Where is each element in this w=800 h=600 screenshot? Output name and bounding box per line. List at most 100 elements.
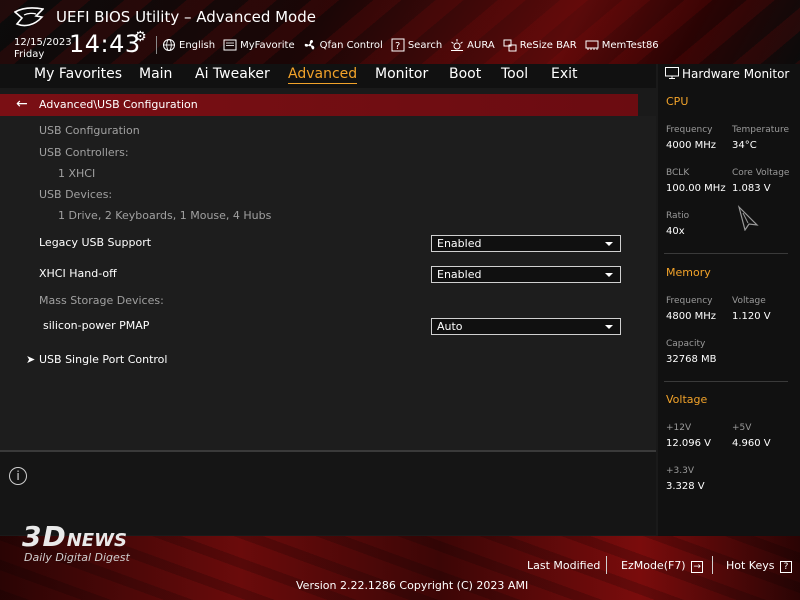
usb-config-heading: USB Configuration xyxy=(39,124,140,137)
v12-label: +12V xyxy=(666,423,692,433)
ezmode-button[interactable]: EzMode(F7) → xyxy=(621,559,704,573)
storage-device-value: Auto xyxy=(437,320,463,333)
divider xyxy=(712,556,713,574)
usb-devices-value: 1 Drive, 2 Keyboards, 1 Mouse, 4 Hubs xyxy=(58,209,272,222)
xhci-handoff-value: Enabled xyxy=(437,268,482,281)
cursor-icon xyxy=(737,205,759,231)
memory-capacity-value: 32768 MB xyxy=(666,354,717,365)
globe-icon xyxy=(163,39,175,51)
hot-keys-button[interactable]: Hot Keys ? xyxy=(726,559,792,573)
myfavorite-button[interactable]: MyFavorite xyxy=(223,36,295,54)
cpu-temperature-label: Temperature xyxy=(732,125,790,135)
aura-button[interactable]: AURA xyxy=(450,36,495,54)
watermark-news: NEWS xyxy=(66,530,127,551)
main-panel xyxy=(0,116,656,450)
v33-label: +3.3V xyxy=(666,466,695,476)
clock: 14:43 xyxy=(69,30,141,58)
memory-frequency-label: Frequency xyxy=(666,296,713,306)
v33-value: 3.328 V xyxy=(666,481,705,492)
resize-bar-label: ReSize BAR xyxy=(519,39,577,51)
voltage-heading: Voltage xyxy=(666,393,708,406)
ratio-label: Ratio xyxy=(666,211,690,221)
tab-monitor[interactable]: Monitor xyxy=(375,66,428,82)
memtest-button[interactable]: MemTest86 xyxy=(585,36,659,54)
mass-storage-label: Mass Storage Devices: xyxy=(39,294,164,307)
aura-icon xyxy=(451,39,464,51)
ezmode-label: EzMode(F7) xyxy=(621,559,686,572)
hot-keys-label: Hot Keys xyxy=(726,559,775,572)
core-voltage-value: 1.083 V xyxy=(732,183,771,194)
xhci-handoff-select[interactable]: Enabled xyxy=(431,266,621,283)
myfavorite-label: MyFavorite xyxy=(240,39,295,51)
legacy-usb-label[interactable]: Legacy USB Support xyxy=(39,236,151,249)
qfan-label: Qfan Control xyxy=(319,39,383,51)
v12-value: 12.096 V xyxy=(666,438,712,449)
question-icon: ? xyxy=(780,561,792,573)
svg-text:?: ? xyxy=(395,41,400,52)
divider xyxy=(156,36,157,54)
storage-device-select[interactable]: Auto xyxy=(431,318,621,335)
language-label: English xyxy=(179,39,216,51)
favorite-icon xyxy=(223,39,237,51)
cpu-frequency-label: Frequency xyxy=(666,125,713,135)
monitor-icon xyxy=(665,67,679,79)
ratio-value: 40x xyxy=(666,226,685,237)
search-button[interactable]: ? Search xyxy=(391,36,442,54)
version-text: Version 2.22.1286 Copyright (C) 2023 AMI xyxy=(296,579,529,592)
breadcrumb-text: Advanced\USB Configuration xyxy=(39,98,198,111)
info-icon: i xyxy=(9,467,27,485)
breadcrumb: ← Advanced\USB Configuration xyxy=(0,94,638,116)
aura-label: AURA xyxy=(467,39,495,51)
legacy-usb-select[interactable]: Enabled xyxy=(431,235,621,252)
memory-voltage-value: 1.120 V xyxy=(732,311,771,322)
tab-my-favorites[interactable]: My Favorites xyxy=(34,66,122,82)
memtest-icon xyxy=(585,40,599,50)
watermark-tagline: Daily Digital Digest xyxy=(24,551,130,564)
storage-device-label[interactable]: silicon-power PMAP xyxy=(43,319,149,332)
tab-tool[interactable]: Tool xyxy=(501,66,528,82)
gear-icon[interactable]: ⚙ xyxy=(134,29,147,45)
cpu-temperature-value: 34°C xyxy=(732,140,757,151)
watermark-3d: 3D xyxy=(22,520,67,553)
search-icon: ? xyxy=(391,38,405,52)
resize-bar-icon xyxy=(503,39,517,52)
back-arrow-icon[interactable]: ← xyxy=(16,96,28,112)
chevron-down-icon xyxy=(605,325,613,329)
rog-logo-icon xyxy=(14,7,44,27)
v5-value: 4.960 V xyxy=(732,438,771,449)
qfan-button[interactable]: Qfan Control xyxy=(303,36,383,54)
tab-boot[interactable]: Boot xyxy=(449,66,481,82)
language-button[interactable]: English xyxy=(162,36,215,54)
app-title: UEFI BIOS Utility – Advanced Mode xyxy=(56,8,316,26)
bclk-value: 100.00 MHz xyxy=(666,183,726,194)
divider xyxy=(664,253,788,254)
usb-controllers-value: 1 XHCI xyxy=(58,167,96,180)
memory-voltage-label: Voltage xyxy=(732,296,766,306)
tab-main[interactable]: Main xyxy=(139,66,172,82)
main-nav: My Favorites Main Ai Tweaker Advanced Mo… xyxy=(0,64,656,88)
usb-controllers-label: USB Controllers: xyxy=(39,146,129,159)
hardware-monitor-title: Hardware Monitor xyxy=(682,67,790,81)
memory-frequency-value: 4800 MHz xyxy=(666,311,717,322)
cpu-frequency-value: 4000 MHz xyxy=(666,140,717,151)
divider xyxy=(606,556,607,574)
tab-ai-tweaker[interactable]: Ai Tweaker xyxy=(195,66,270,82)
exit-arrow-icon: → xyxy=(691,561,704,573)
chevron-down-icon xyxy=(605,242,613,246)
resize-bar-button[interactable]: ReSize BAR xyxy=(503,36,577,54)
usb-single-port-link[interactable]: USB Single Port Control xyxy=(39,353,167,366)
last-modified-button[interactable]: Last Modified xyxy=(527,559,600,572)
v5-label: +5V xyxy=(732,423,752,433)
legacy-usb-value: Enabled xyxy=(437,237,482,250)
memory-heading: Memory xyxy=(666,266,711,279)
chevron-down-icon xyxy=(605,273,613,277)
day-text: Friday xyxy=(14,49,45,60)
divider xyxy=(664,381,788,382)
tab-exit[interactable]: Exit xyxy=(551,66,578,82)
fan-icon xyxy=(304,40,314,50)
tab-advanced[interactable]: Advanced xyxy=(288,66,358,84)
xhci-handoff-label[interactable]: XHCI Hand-off xyxy=(39,267,117,280)
usb-devices-label: USB Devices: xyxy=(39,188,113,201)
core-voltage-label: Core Voltage xyxy=(732,168,790,178)
submenu-arrow-icon: ➤ xyxy=(26,353,36,366)
